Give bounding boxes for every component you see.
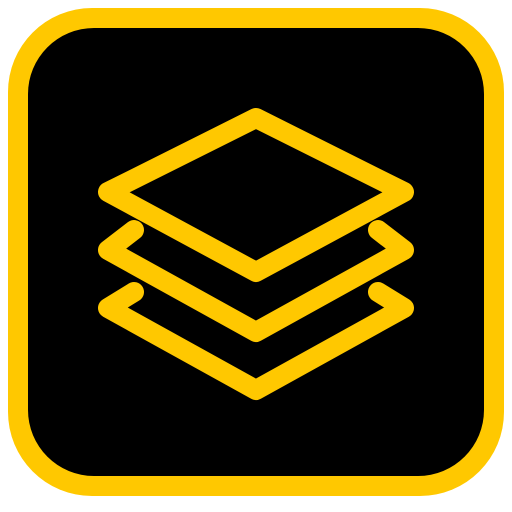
app-icon-tile[interactable]	[0, 0, 512, 512]
layers-icon	[8, 8, 504, 496]
icon-background	[28, 28, 484, 476]
